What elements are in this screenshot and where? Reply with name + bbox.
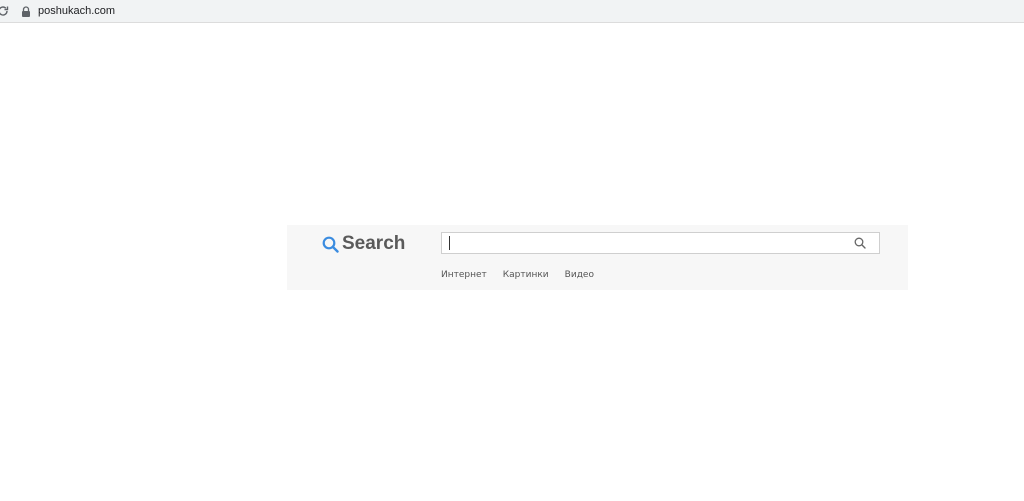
site-logo[interactable]: Search <box>322 233 405 255</box>
tab-internet[interactable]: Интернет <box>441 270 487 280</box>
tab-images[interactable]: Картинки <box>503 270 549 280</box>
search-input[interactable] <box>448 235 843 251</box>
text-caret <box>449 236 450 250</box>
browser-address-bar: poshukach.com <box>0 0 1024 23</box>
search-icon <box>322 236 339 253</box>
reload-icon[interactable] <box>0 4 9 18</box>
search-type-tabs: Интернет Картинки Видео <box>441 270 594 280</box>
tab-video[interactable]: Видео <box>565 270 594 280</box>
logo-text: Search <box>342 233 406 254</box>
magnifier-icon[interactable] <box>854 237 866 249</box>
url-text[interactable]: poshukach.com <box>38 3 115 19</box>
lock-icon[interactable] <box>21 5 31 17</box>
search-box[interactable] <box>441 232 880 254</box>
